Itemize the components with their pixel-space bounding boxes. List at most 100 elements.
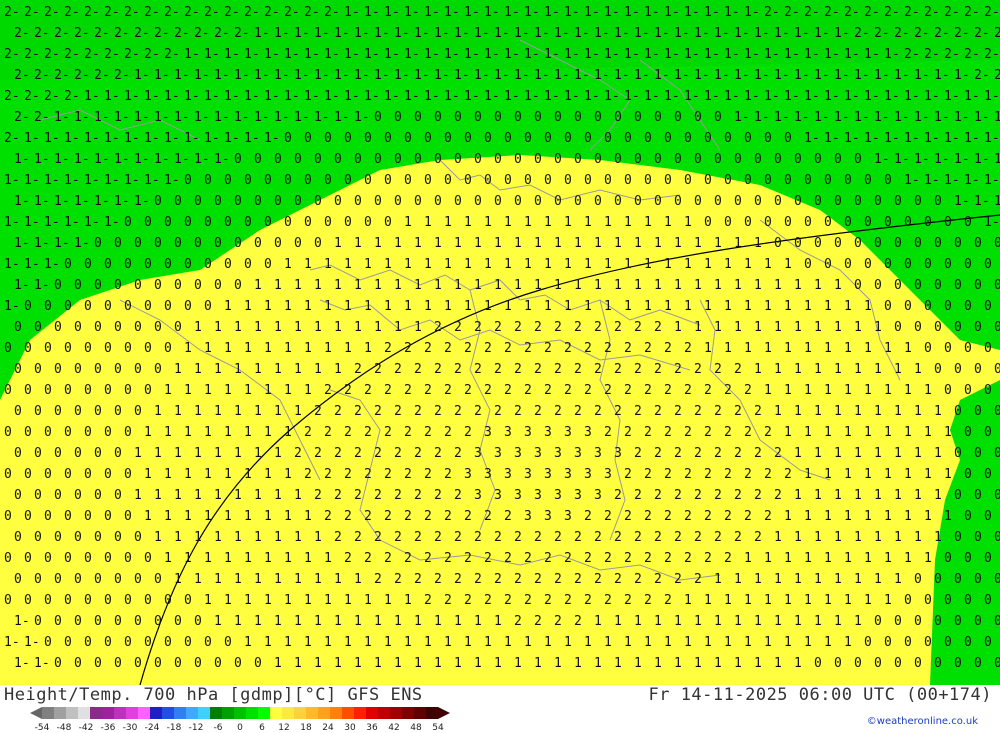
contour-value: 1 [714,614,722,629]
contour-value: 2 [454,530,462,545]
contour-value: 1 [294,614,302,629]
contour-value: 2- [4,5,20,20]
contour-value: 2 [454,446,462,461]
contour-value: 1- [674,68,690,83]
contour-value: 0 [704,173,712,188]
contour-value: 2 [744,467,752,482]
contour-value: 3 [584,425,592,440]
contour-value: 1 [844,299,852,314]
contour-value: 1- [124,89,140,104]
contour-value: 0 [74,488,82,503]
contour-value: 1 [934,404,942,419]
contour-value: 0 [44,341,52,356]
contour-value: 1 [824,635,832,650]
contour-value: 1 [314,656,322,671]
contour-value: 0 [954,446,962,461]
contour-value: 0 [144,299,152,314]
contour-value: 1 [254,362,262,377]
contour-value: 1 [844,509,852,524]
contour-value: 1- [384,89,400,104]
contour-value: 0 [484,173,492,188]
contour-value: 1- [554,68,570,83]
contour-value: 2 [404,425,412,440]
contour-value: 1- [84,131,100,146]
contour-value: 1 [294,320,302,335]
legend-swatch [258,707,270,719]
contour-value: 0 [4,425,12,440]
contour-value: 0 [894,320,902,335]
contour-value: 1 [194,572,202,587]
contour-value: 1- [854,110,870,125]
contour-value: 3 [604,467,612,482]
contour-value: 1 [884,341,892,356]
contour-value: 0 [264,173,272,188]
legend-swatch [306,707,318,719]
contour-value: 0 [224,173,232,188]
contour-value: 1- [284,47,300,62]
contour-value: 1- [524,47,540,62]
contour-value: 1 [714,278,722,293]
contour-value: 2 [454,362,462,377]
contour-value: 1 [504,635,512,650]
contour-value: 1 [474,278,482,293]
contour-value: 0 [44,551,52,566]
contour-value: 1- [904,131,920,146]
contour-value: 1 [804,299,812,314]
contour-value: 1 [344,341,352,356]
contour-value: 1 [574,236,582,251]
contour-value: 2 [374,446,382,461]
contour-value: 2 [614,320,622,335]
contour-value: 2 [424,509,432,524]
contour-value: 0 [684,173,692,188]
contour-value: 1- [334,26,350,41]
contour-value: 1- [974,152,990,167]
contour-value: 2 [634,404,642,419]
contour-value: 1 [274,656,282,671]
contour-value: 2 [624,551,632,566]
contour-value: 0 [64,635,72,650]
contour-value: 0 [254,656,262,671]
contour-value: 0 [884,257,892,272]
legend-tick: 12 [278,723,289,733]
contour-value: 1- [34,236,50,251]
contour-value: 3 [514,446,522,461]
contour-value: 2- [74,26,90,41]
contour-value: 2- [164,5,180,20]
contour-value: 2- [974,68,990,83]
contour-value: 1 [324,299,332,314]
contour-value: 0 [704,131,712,146]
contour-value: 1 [184,341,192,356]
contour-value: 1 [834,572,842,587]
contour-value: 1- [54,110,70,125]
contour-value: 2 [504,341,512,356]
contour-value: 0 [74,572,82,587]
contour-value: 3 [544,425,552,440]
contour-value: 2- [4,47,20,62]
legend-tick: 48 [410,723,422,733]
contour-value: 1 [344,593,352,608]
contour-value: 2 [534,362,542,377]
contour-value: 1- [4,635,20,650]
contour-value: 1- [164,131,180,146]
contour-value: 0 [994,488,1000,503]
contour-value: 1- [224,131,240,146]
contour-value: 1- [684,5,700,20]
contour-value: 0 [944,299,952,314]
contour-value: 0 [4,383,12,398]
contour-value: 1- [774,68,790,83]
contour-value: 1 [864,341,872,356]
contour-value: 0 [34,488,42,503]
contour-value: 1 [744,551,752,566]
contour-value: 0 [964,257,972,272]
contour-value: 0 [44,425,52,440]
contour-value: 2 [674,362,682,377]
contour-value: 3 [534,446,542,461]
contour-value: 0 [964,593,972,608]
contour-value: 0 [464,131,472,146]
contour-value: 3 [494,488,502,503]
legend-swatch [42,707,54,719]
contour-value: 2- [944,5,960,20]
contour-value: 0 [644,131,652,146]
contour-value: 1 [814,530,822,545]
contour-value: 0 [964,341,972,356]
